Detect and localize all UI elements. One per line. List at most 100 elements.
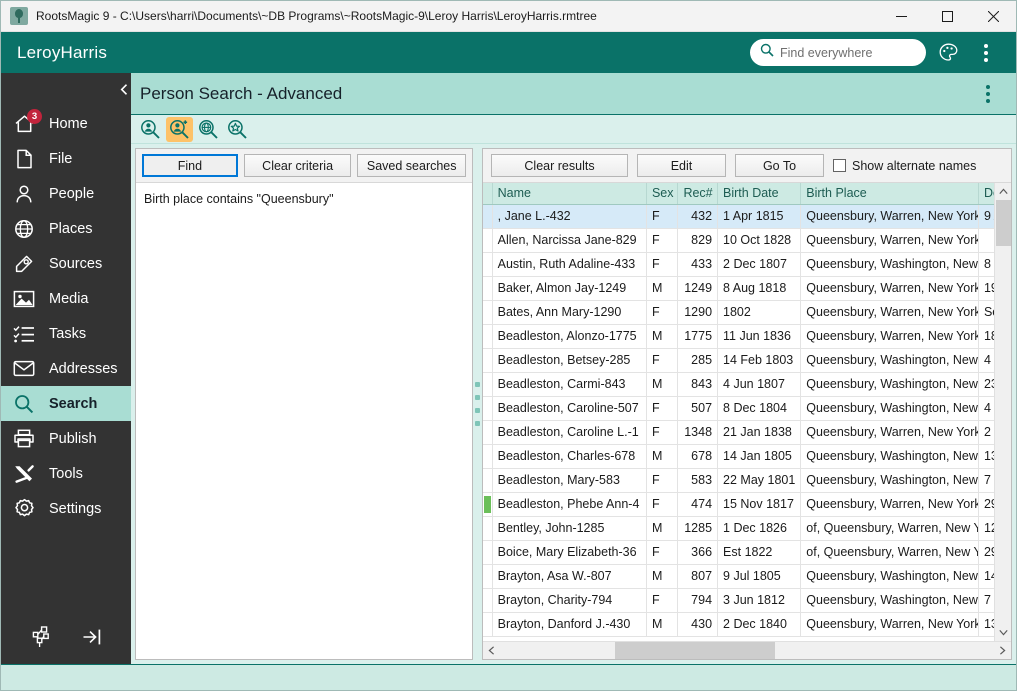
- column-header-name[interactable]: Name: [492, 183, 646, 204]
- sidebar-item-search[interactable]: Search: [1, 386, 131, 421]
- collapse-sidebar-icon[interactable]: [79, 624, 105, 650]
- scroll-up-button[interactable]: [995, 183, 1012, 200]
- table-row[interactable]: Bates, Ann Mary-1290F12901802Queensbury,…: [483, 300, 994, 324]
- checkbox-box[interactable]: [833, 159, 846, 172]
- sidebar-collapse-toggle[interactable]: [117, 73, 131, 105]
- palette-icon[interactable]: [932, 37, 964, 69]
- cell-birth-place: Queensbury, Washington, New York,: [801, 444, 979, 468]
- edit-button[interactable]: Edit: [637, 154, 726, 177]
- sidebar-item-addresses[interactable]: Addresses: [1, 351, 131, 386]
- sidebar-item-file[interactable]: File: [1, 141, 131, 176]
- cell-birth-date: 8 Dec 1804: [718, 396, 801, 420]
- column-header-birth-date[interactable]: Birth Date: [718, 183, 801, 204]
- table-row[interactable]: Baker, Almon Jay-1249M12498 Aug 1818Quee…: [483, 276, 994, 300]
- vertical-scrollbar[interactable]: [994, 183, 1011, 641]
- goto-button[interactable]: Go To: [735, 154, 824, 177]
- cell-birth-date: 8 Aug 1818: [718, 276, 801, 300]
- sidebar-item-places[interactable]: Places: [1, 211, 131, 246]
- table-row[interactable]: Beadleston, Alonzo-1775M177511 Jun 1836Q…: [483, 324, 994, 348]
- column-header-death[interactable]: Dea: [978, 183, 994, 204]
- table-row[interactable]: Brayton, Danford J.-430M4302 Dec 1840Que…: [483, 612, 994, 636]
- sidebar-item-settings[interactable]: Settings: [1, 491, 131, 526]
- page-kebab-menu-icon[interactable]: [972, 78, 1004, 110]
- cell-name: Beadleston, Mary-583: [492, 468, 646, 492]
- cell-rec: 430: [678, 612, 718, 636]
- cell-sex: F: [646, 252, 677, 276]
- horizontal-scroll-thumb[interactable]: [615, 642, 775, 659]
- panel-splitter[interactable]: [473, 148, 482, 660]
- cell-birth-place: Queensbury, Warren, New York, Unite: [801, 420, 979, 444]
- cell-rec: 1775: [678, 324, 718, 348]
- column-header-rec[interactable]: Rec#: [678, 183, 718, 204]
- cell-name: Brayton, Danford J.-430: [492, 612, 646, 636]
- table-row[interactable]: Beadleston, Carmi-843M8434 Jun 1807Queen…: [483, 372, 994, 396]
- person-icon: [11, 182, 37, 206]
- table-row[interactable]: Boice, Mary Elizabeth-36F366Est 1822of, …: [483, 540, 994, 564]
- table-row[interactable]: , Jane L.-432F4321 Apr 1815Queensbury, W…: [483, 204, 994, 228]
- cell-birth-place: Queensbury, Washington, New York,: [801, 564, 979, 588]
- column-header-sex[interactable]: Sex: [646, 183, 677, 204]
- sidebar-item-tools[interactable]: Tools: [1, 456, 131, 491]
- vertical-scroll-thumb[interactable]: [996, 200, 1011, 246]
- clear-criteria-button[interactable]: Clear criteria: [244, 154, 352, 177]
- globe-icon: [11, 217, 37, 241]
- person-add-search-icon[interactable]: [166, 117, 193, 142]
- find-button[interactable]: Find: [142, 154, 238, 177]
- scroll-left-button[interactable]: [483, 642, 500, 659]
- table-row[interactable]: Beadleston, Phebe Ann-4F47415 Nov 1817Qu…: [483, 492, 994, 516]
- show-alternate-names-checkbox[interactable]: Show alternate names: [833, 159, 976, 173]
- scroll-right-button[interactable]: [994, 642, 1011, 659]
- cell-rec: 433: [678, 252, 718, 276]
- row-marker: [483, 372, 492, 396]
- globe-search-icon[interactable]: [195, 117, 222, 142]
- table-row[interactable]: Bentley, John-1285M12851 Dec 1826of, Que…: [483, 516, 994, 540]
- row-marker: [483, 228, 492, 252]
- horizontal-scrollbar[interactable]: [483, 641, 1011, 659]
- cell-sex: M: [646, 444, 677, 468]
- close-button[interactable]: [970, 1, 1016, 32]
- table-row[interactable]: Beadleston, Charles-678M67814 Jan 1805Qu…: [483, 444, 994, 468]
- sidebar-item-home[interactable]: 3 Home: [1, 106, 131, 141]
- minimize-button[interactable]: [878, 1, 924, 32]
- column-header-birth-place[interactable]: Birth Place: [801, 183, 979, 204]
- cell-name: Beadleston, Phebe Ann-4: [492, 492, 646, 516]
- cell-birth-date: 3 Jun 1812: [718, 588, 801, 612]
- table-row[interactable]: Allen, Narcissa Jane-829F82910 Oct 1828Q…: [483, 228, 994, 252]
- favorite-search-icon[interactable]: [224, 117, 251, 142]
- sidebar-item-tasks[interactable]: Tasks: [1, 316, 131, 351]
- cell-name: Beadleston, Carmi-843: [492, 372, 646, 396]
- sidebar-item-people[interactable]: People: [1, 176, 131, 211]
- cell-death-date: [978, 228, 994, 252]
- table-row[interactable]: Brayton, Charity-794F7943 Jun 1812Queens…: [483, 588, 994, 612]
- sidebar-item-publish[interactable]: Publish: [1, 421, 131, 456]
- clear-results-button[interactable]: Clear results: [491, 154, 628, 177]
- table-row[interactable]: Beadleston, Caroline L.-1F134821 Jan 183…: [483, 420, 994, 444]
- cell-death-date: 19: [978, 276, 994, 300]
- find-everywhere-box[interactable]: [750, 39, 926, 66]
- vertical-scroll-track[interactable]: [995, 200, 1012, 624]
- table-row[interactable]: Beadleston, Betsey-285F28514 Feb 1803Que…: [483, 348, 994, 372]
- cell-birth-date: 1802: [718, 300, 801, 324]
- sidebar-item-sources[interactable]: Sources: [1, 246, 131, 281]
- criteria-text[interactable]: Birth place contains "Queensbury": [136, 183, 472, 215]
- table-row[interactable]: Beadleston, Mary-583F58322 May 1801Queen…: [483, 468, 994, 492]
- table-row[interactable]: Austin, Ruth Adaline-433F4332 Dec 1807Qu…: [483, 252, 994, 276]
- family-tree-icon[interactable]: [28, 624, 54, 650]
- cell-sex: M: [646, 516, 677, 540]
- scroll-down-button[interactable]: [995, 624, 1012, 641]
- table-row[interactable]: Beadleston, Caroline-507F5078 Dec 1804Qu…: [483, 396, 994, 420]
- horizontal-scroll-track[interactable]: [500, 642, 994, 659]
- person-search-icon[interactable]: [137, 117, 164, 142]
- saved-searches-button[interactable]: Saved searches: [357, 154, 466, 177]
- cell-sex: M: [646, 564, 677, 588]
- search-mode-toolbar: [131, 115, 1016, 144]
- table-row[interactable]: Brayton, Asa W.-807M8079 Jul 1805Queensb…: [483, 564, 994, 588]
- row-marker: [483, 612, 492, 636]
- row-marker: [483, 252, 492, 276]
- kebab-menu-icon[interactable]: [970, 37, 1002, 69]
- maximize-button[interactable]: [924, 1, 970, 32]
- sidebar-item-media[interactable]: Media: [1, 281, 131, 316]
- cell-name: Bates, Ann Mary-1290: [492, 300, 646, 324]
- cell-death-date: 7 F: [978, 588, 994, 612]
- search-input[interactable]: [780, 46, 916, 60]
